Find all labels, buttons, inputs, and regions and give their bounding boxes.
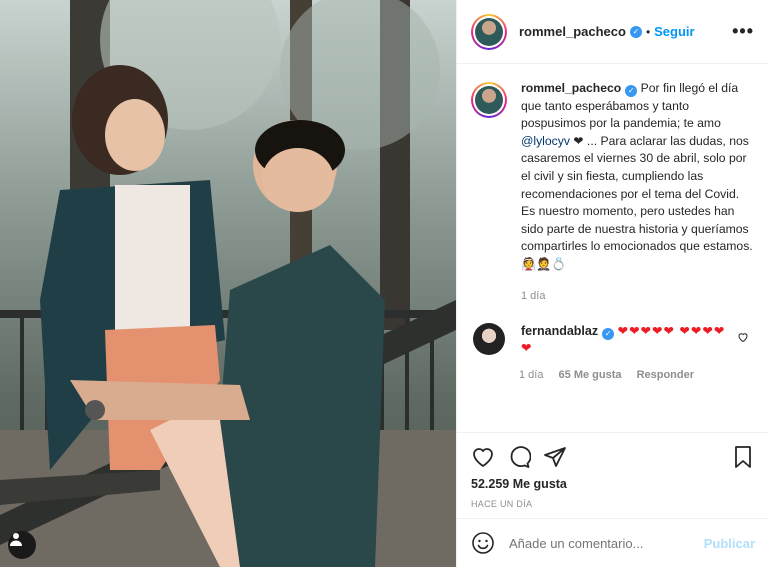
author-username[interactable]: rommel_pacheco <box>519 24 626 39</box>
verified-badge-icon: ✓ <box>625 85 638 97</box>
comment-meta: 1 día 65 Me gusta Responder <box>519 369 755 381</box>
user-tag-icon[interactable] <box>8 531 36 559</box>
comment-icon[interactable] <box>507 445 531 469</box>
comment-input[interactable] <box>509 535 704 551</box>
post-photo[interactable] <box>0 0 456 567</box>
smiley-icon[interactable] <box>471 531 495 555</box>
post-header: rommel_pacheco ✓ • Seguir ••• <box>457 0 768 64</box>
verified-badge-icon: ✓ <box>602 328 615 341</box>
heart-icon[interactable] <box>471 445 495 469</box>
comment-likes[interactable]: 65 Me gusta <box>559 369 622 381</box>
follow-button[interactable]: Seguir <box>654 24 694 39</box>
verified-badge-icon: ✓ <box>629 25 642 38</box>
comment-text: fernandablaz ✓ ❤❤❤❤❤ ❤❤❤❤❤ <box>521 323 736 357</box>
post-panel: rommel_pacheco ✓ • Seguir ••• rommel_pac… <box>456 0 768 567</box>
caption-author[interactable]: rommel_pacheco <box>521 81 621 95</box>
separator-dot: • <box>645 24 651 39</box>
comment-composer: Publicar <box>457 518 768 567</box>
photo-illustration <box>0 0 456 567</box>
paper-plane-icon[interactable] <box>543 445 567 469</box>
more-options-icon[interactable]: ••• <box>732 21 754 42</box>
post-comment-button[interactable]: Publicar <box>704 536 755 551</box>
likes-count[interactable]: 52.259 Me gusta <box>471 477 755 491</box>
comments-section: rommel_pacheco ✓ Por fin llegó el día que… <box>457 64 768 432</box>
commenter-avatar[interactable] <box>473 323 505 356</box>
commenter-username[interactable]: fernandablaz <box>521 324 598 338</box>
bookmark-icon[interactable] <box>731 445 755 469</box>
caption-time[interactable]: 1 día <box>521 288 753 306</box>
caption-mention[interactable]: @lylocyv <box>521 134 570 148</box>
post-timestamp[interactable]: HACE UN DÍA <box>471 499 755 509</box>
comment-time[interactable]: 1 día <box>519 369 543 381</box>
post-actions: 52.259 Me gusta HACE UN DÍA <box>457 432 768 518</box>
caption-author-avatar[interactable] <box>471 82 507 118</box>
caption-row: rommel_pacheco ✓ Por fin llegó el día que… <box>471 80 755 305</box>
caption-body-rest: ❤ ... Para aclarar las dudas, nos casare… <box>521 133 753 271</box>
author-avatar[interactable] <box>471 13 507 50</box>
reply-button[interactable]: Responder <box>637 369 694 381</box>
caption-text: rommel_pacheco ✓ Por fin llegó el día que… <box>521 80 753 305</box>
comment-item: fernandablaz ✓ ❤❤❤❤❤ ❤❤❤❤❤ 1 día 65 Me gu… <box>471 323 755 381</box>
comment-heart-icon[interactable] <box>737 331 749 346</box>
